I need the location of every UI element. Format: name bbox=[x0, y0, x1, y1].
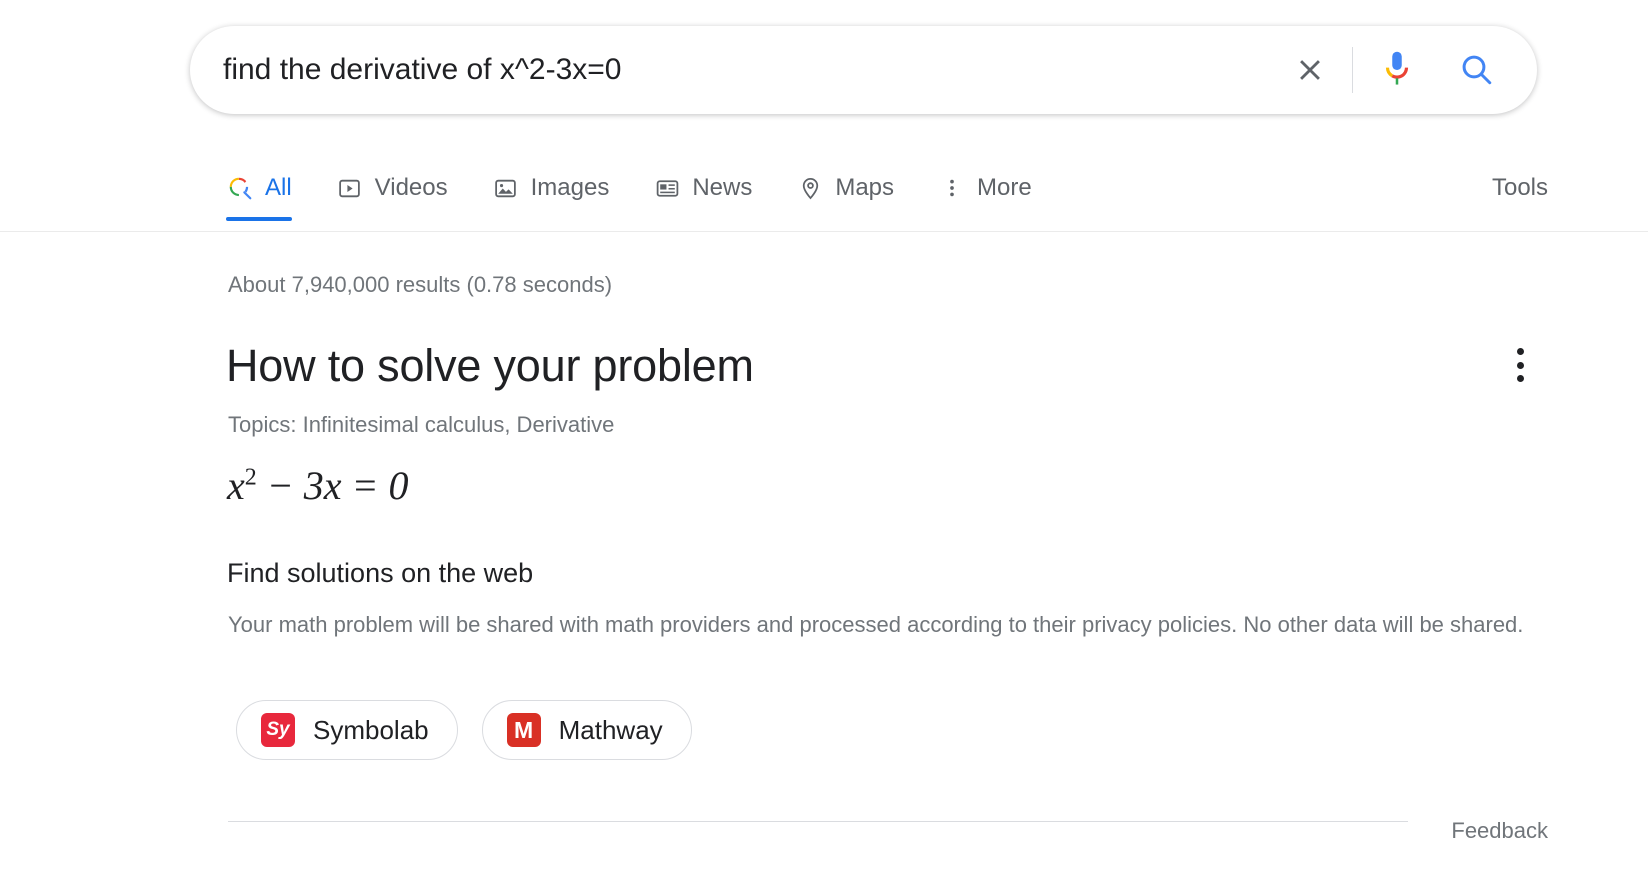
tab-more-label: More bbox=[977, 174, 1032, 202]
tab-maps-label: Maps bbox=[835, 174, 894, 202]
video-icon bbox=[336, 174, 364, 202]
tab-news-label: News bbox=[692, 174, 752, 202]
search-bar-divider bbox=[1352, 47, 1353, 93]
search-bar[interactable] bbox=[190, 26, 1537, 114]
google-search-icon bbox=[226, 174, 254, 202]
tab-all-label: All bbox=[265, 174, 292, 202]
provider-chips: Sy Symbolab M Mathway bbox=[236, 700, 716, 760]
tab-more[interactable]: More bbox=[938, 160, 1032, 216]
kebab-dot bbox=[1517, 348, 1524, 355]
tools-button[interactable]: Tools bbox=[1492, 174, 1548, 202]
math-equation: x2 − 3x = 0 bbox=[227, 462, 409, 509]
search-icon[interactable] bbox=[1453, 46, 1501, 94]
tab-all[interactable]: All bbox=[226, 160, 292, 216]
tab-images-label: Images bbox=[531, 174, 610, 202]
tab-videos-label: Videos bbox=[375, 174, 448, 202]
more-vertical-icon bbox=[938, 174, 966, 202]
search-nav-bar: All Videos Images bbox=[0, 160, 1648, 232]
tab-news[interactable]: News bbox=[653, 160, 752, 216]
tab-images[interactable]: Images bbox=[492, 160, 610, 216]
topics-line: Topics: Infinitesimal calculus, Derivati… bbox=[228, 412, 614, 438]
more-vertical-icon[interactable] bbox=[1505, 348, 1535, 382]
tab-maps[interactable]: Maps bbox=[796, 160, 894, 216]
news-icon bbox=[653, 174, 681, 202]
privacy-note: Your math problem will be shared with ma… bbox=[228, 610, 1528, 639]
provider-chip-symbolab-label: Symbolab bbox=[313, 715, 429, 746]
equation-exponent: 2 bbox=[245, 465, 257, 491]
active-tab-underline bbox=[226, 217, 292, 221]
search-bar-container bbox=[190, 26, 1537, 114]
image-icon bbox=[492, 174, 520, 202]
provider-chip-symbolab[interactable]: Sy Symbolab bbox=[236, 700, 458, 760]
mathway-logo-icon: M bbox=[507, 713, 541, 747]
equation-base: x bbox=[227, 463, 245, 508]
equation-rest: − 3x = 0 bbox=[257, 463, 409, 508]
page-title: How to solve your problem bbox=[226, 340, 754, 392]
result-stats: About 7,940,000 results (0.78 seconds) bbox=[228, 272, 612, 298]
microphone-icon[interactable] bbox=[1375, 46, 1419, 94]
provider-chip-mathway[interactable]: M Mathway bbox=[482, 700, 692, 760]
feedback-link[interactable]: Feedback bbox=[1451, 818, 1548, 844]
tab-videos[interactable]: Videos bbox=[336, 160, 448, 216]
section-heading: Find solutions on the web bbox=[227, 558, 533, 589]
kebab-dot bbox=[1517, 375, 1524, 382]
search-input[interactable] bbox=[223, 53, 1286, 87]
provider-chip-mathway-label: Mathway bbox=[559, 715, 663, 746]
symbolab-logo-icon: Sy bbox=[261, 713, 295, 747]
close-icon[interactable] bbox=[1286, 46, 1334, 94]
nav-tabs: All Videos Images bbox=[226, 160, 1076, 231]
footer-divider bbox=[228, 821, 1408, 822]
map-pin-icon bbox=[796, 174, 824, 202]
kebab-dot bbox=[1517, 362, 1524, 369]
